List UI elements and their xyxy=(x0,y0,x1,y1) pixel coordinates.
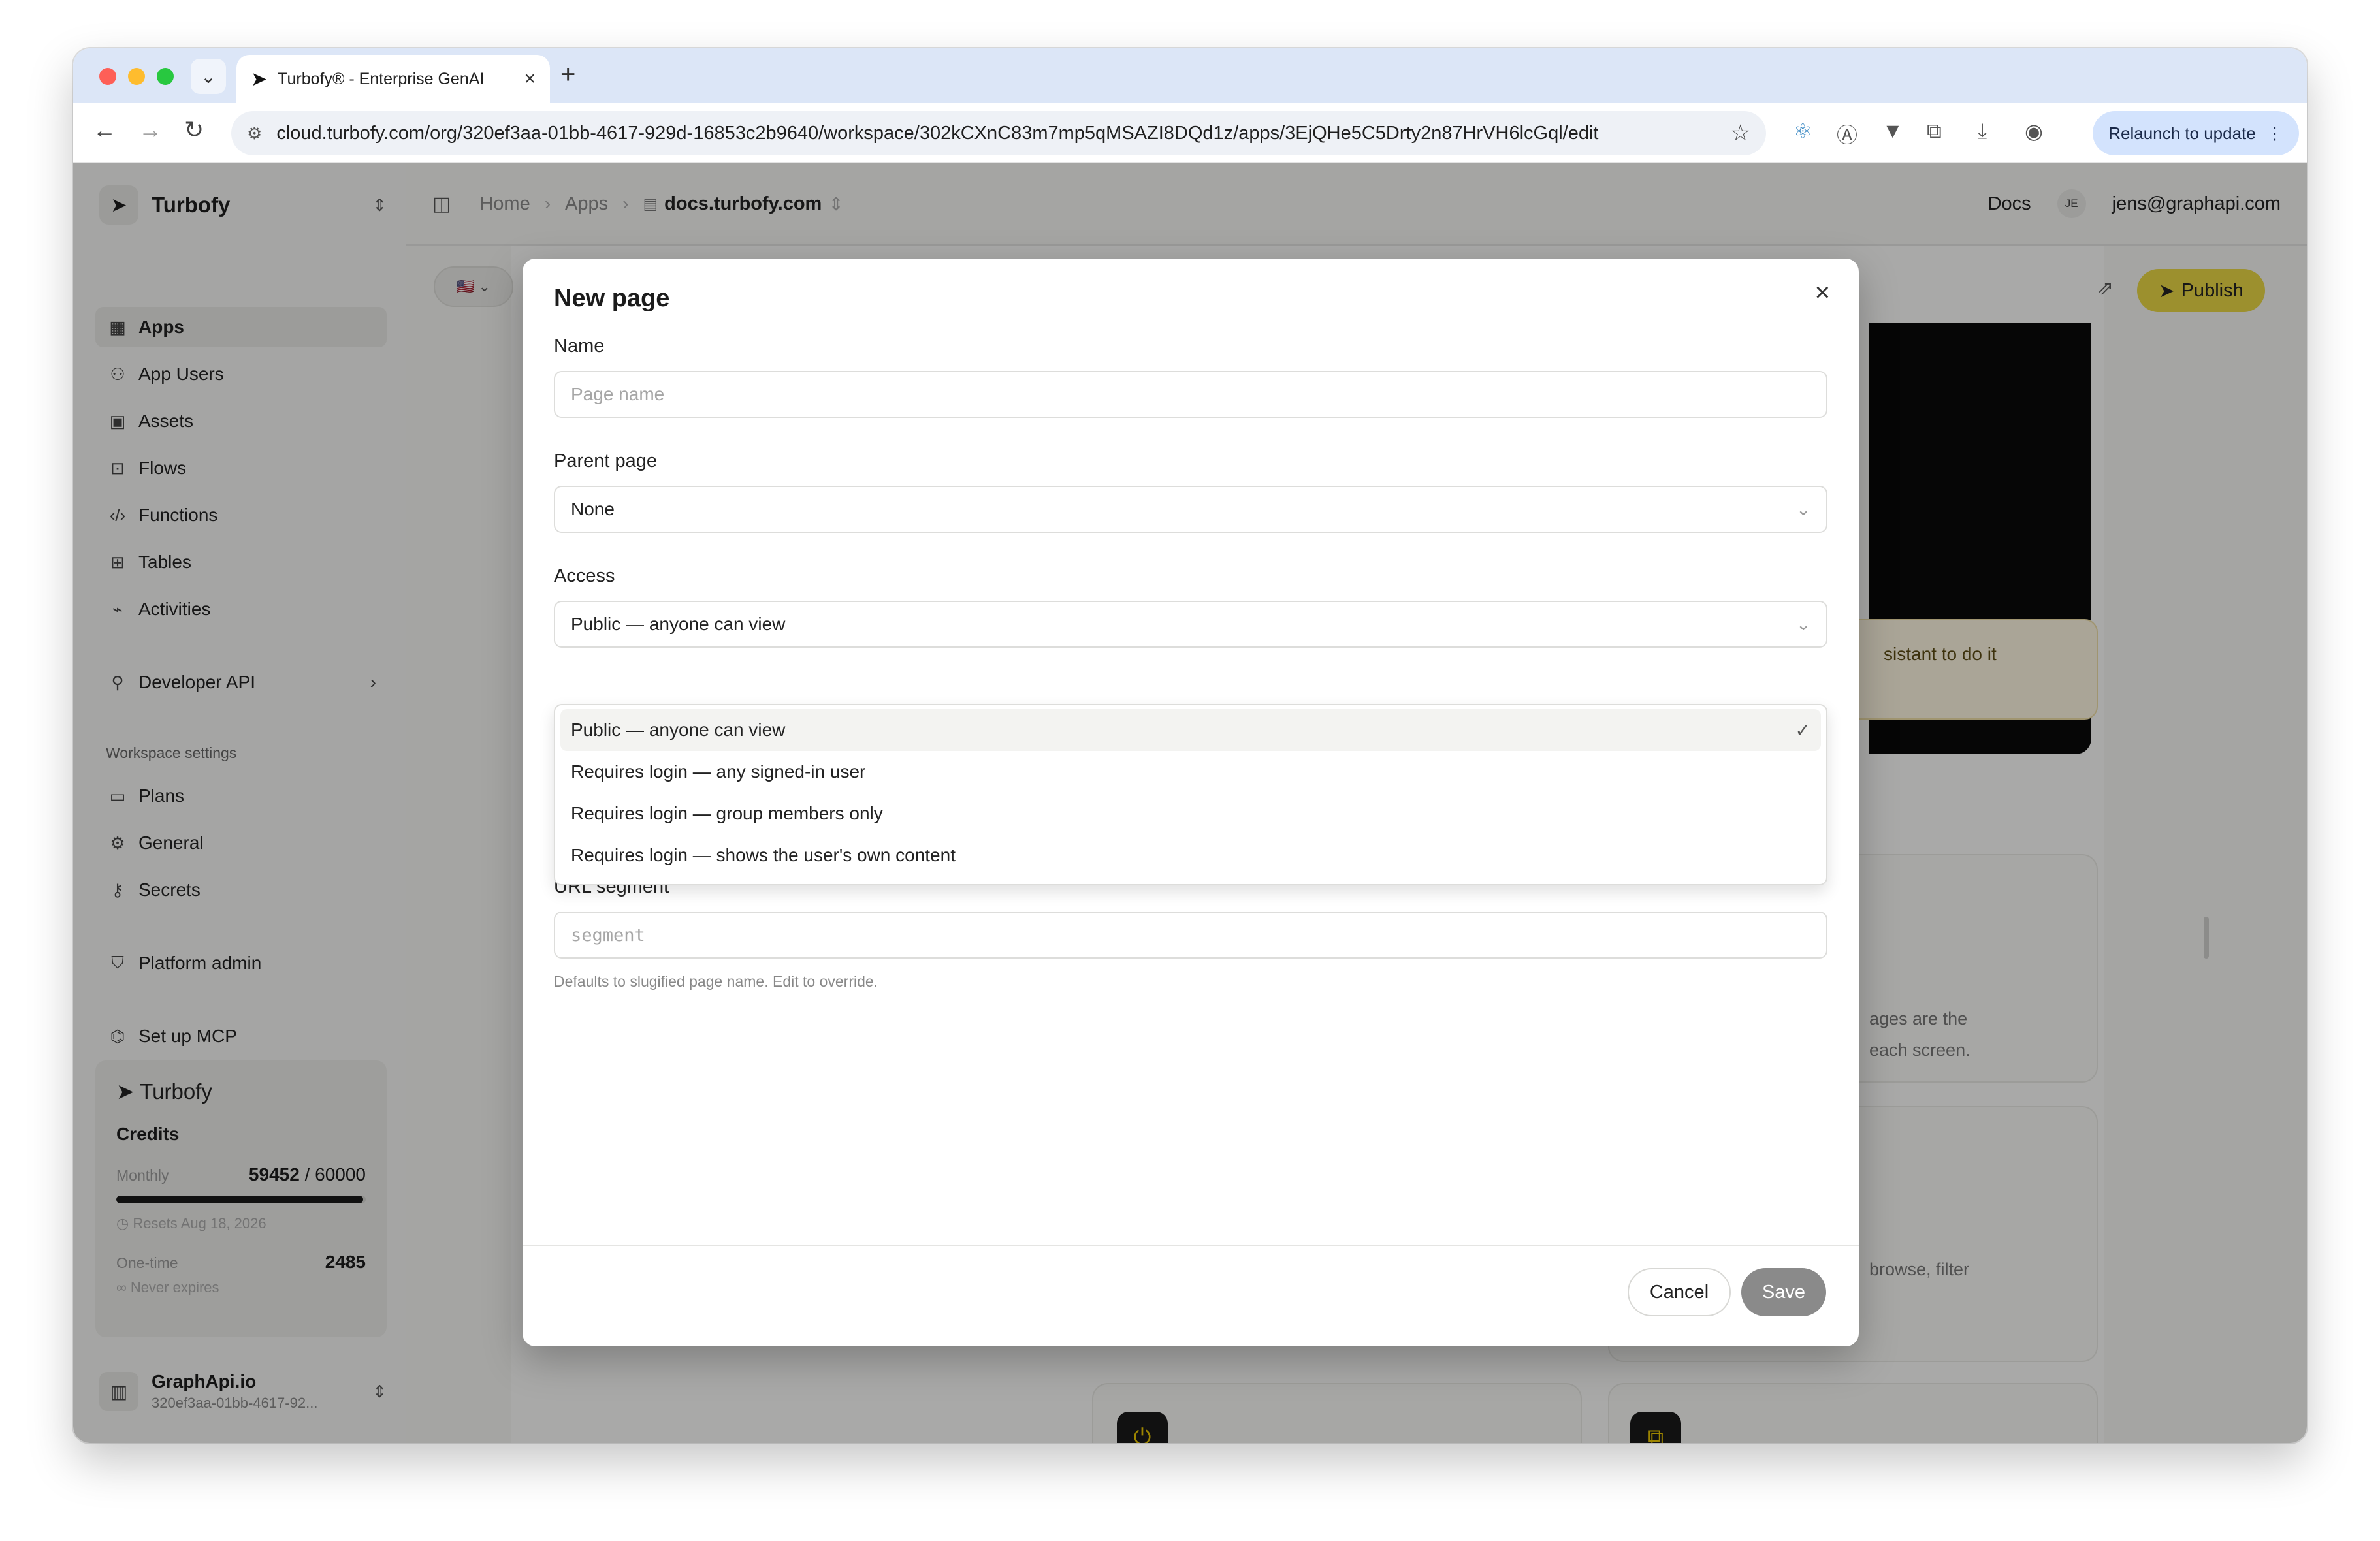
turbofy-favicon-icon: ➤ xyxy=(251,68,268,90)
access-option-own-content[interactable]: Requires login — shows the user's own co… xyxy=(560,834,1821,876)
address-bar[interactable]: ⚙ cloud.turbofy.com/org/320ef3aa-01bb-46… xyxy=(231,111,1766,155)
browser-tab[interactable]: ➤ Turbofy® - Enterprise GenAI × xyxy=(236,55,550,103)
reload-icon[interactable]: ↻ xyxy=(184,116,204,144)
tab-title: Turbofy® - Enterprise GenAI xyxy=(278,69,485,88)
browser-window: ⌄ ➤ Turbofy® - Enterprise GenAI × + ← → … xyxy=(73,48,2307,1443)
save-button[interactable]: Save xyxy=(1741,1268,1826,1316)
dialog-title: New page xyxy=(554,285,670,312)
translate-extension-icon[interactable]: Ⓐ xyxy=(1837,119,1857,149)
dialog-footer: Cancel Save xyxy=(523,1245,1859,1346)
access-label: Access xyxy=(554,565,615,586)
page-name-input[interactable] xyxy=(571,384,1810,405)
option-label: Requires login — group members only xyxy=(571,803,883,823)
close-window-button[interactable] xyxy=(99,68,116,85)
access-option-any-signed-in[interactable]: Requires login — any signed-in user xyxy=(560,751,1821,793)
browser-toolbar: ← → ↻ ⚙ cloud.turbofy.com/org/320ef3aa-0… xyxy=(73,103,2307,163)
parent-page-value: None xyxy=(571,499,615,519)
chevron-down-icon: ⌄ xyxy=(1796,614,1810,634)
access-select[interactable]: Public — anyone can view ⌄ xyxy=(554,601,1827,648)
tab-search-button[interactable]: ⌄ xyxy=(191,59,226,94)
forward-arrow-icon[interactable]: → xyxy=(138,116,162,144)
minimize-window-button[interactable] xyxy=(128,68,145,85)
option-label: Public — anyone can view xyxy=(571,720,786,740)
vue-extension-icon[interactable]: ▼ xyxy=(1882,119,1903,143)
url-segment-helper: Defaults to slugified page name. Edit to… xyxy=(554,973,878,990)
option-label: Requires login — shows the user's own co… xyxy=(571,845,956,865)
access-option-group-members[interactable]: Requires login — group members only xyxy=(560,793,1821,834)
parent-page-label: Parent page xyxy=(554,451,658,471)
access-value: Public — anyone can view xyxy=(571,614,786,634)
name-label: Name xyxy=(554,336,605,357)
check-icon: ✓ xyxy=(1795,720,1810,740)
back-arrow-icon[interactable]: ← xyxy=(93,116,116,144)
relaunch-label: Relaunch to update xyxy=(2108,123,2256,143)
browser-tab-strip: ⌄ ➤ Turbofy® - Enterprise GenAI × + xyxy=(73,48,2307,103)
maximize-window-button[interactable] xyxy=(157,68,174,85)
parent-page-select[interactable]: None ⌄ xyxy=(554,486,1827,533)
option-label: Requires login — any signed-in user xyxy=(571,761,866,782)
close-icon[interactable]: × xyxy=(1815,278,1830,308)
new-page-dialog: New page × Name Parent page None ⌄ Acces… xyxy=(523,259,1859,1346)
chevron-down-icon: ⌄ xyxy=(1796,499,1810,519)
profile-icon[interactable]: ◉ xyxy=(2025,119,2043,144)
download-icon[interactable]: ⤓ xyxy=(1978,119,1987,144)
url-segment-field[interactable] xyxy=(554,912,1827,959)
more-vertical-icon: ⋮ xyxy=(2266,123,2283,143)
chevron-down-icon: ⌄ xyxy=(201,66,216,87)
bookmark-star-icon[interactable]: ☆ xyxy=(1731,120,1750,146)
access-dropdown-menu: Public — anyone can view ✓ Requires logi… xyxy=(554,704,1827,885)
cancel-button[interactable]: Cancel xyxy=(1628,1268,1731,1316)
new-tab-button[interactable]: + xyxy=(560,60,575,89)
url-segment-input[interactable] xyxy=(571,925,1810,945)
site-settings-icon[interactable]: ⚙ xyxy=(247,123,262,144)
relaunch-to-update-button[interactable]: Relaunch to update ⋮ xyxy=(2093,111,2299,155)
url-text[interactable]: cloud.turbofy.com/org/320ef3aa-01bb-4617… xyxy=(276,123,1730,144)
react-devtools-extension-icon[interactable]: ⚛ xyxy=(1793,119,1812,144)
close-tab-icon[interactable]: × xyxy=(524,68,536,90)
page-name-field[interactable] xyxy=(554,371,1827,418)
extensions-puzzle-icon[interactable]: ⧉ xyxy=(1927,119,1942,144)
access-option-public[interactable]: Public — anyone can view ✓ xyxy=(560,709,1821,751)
